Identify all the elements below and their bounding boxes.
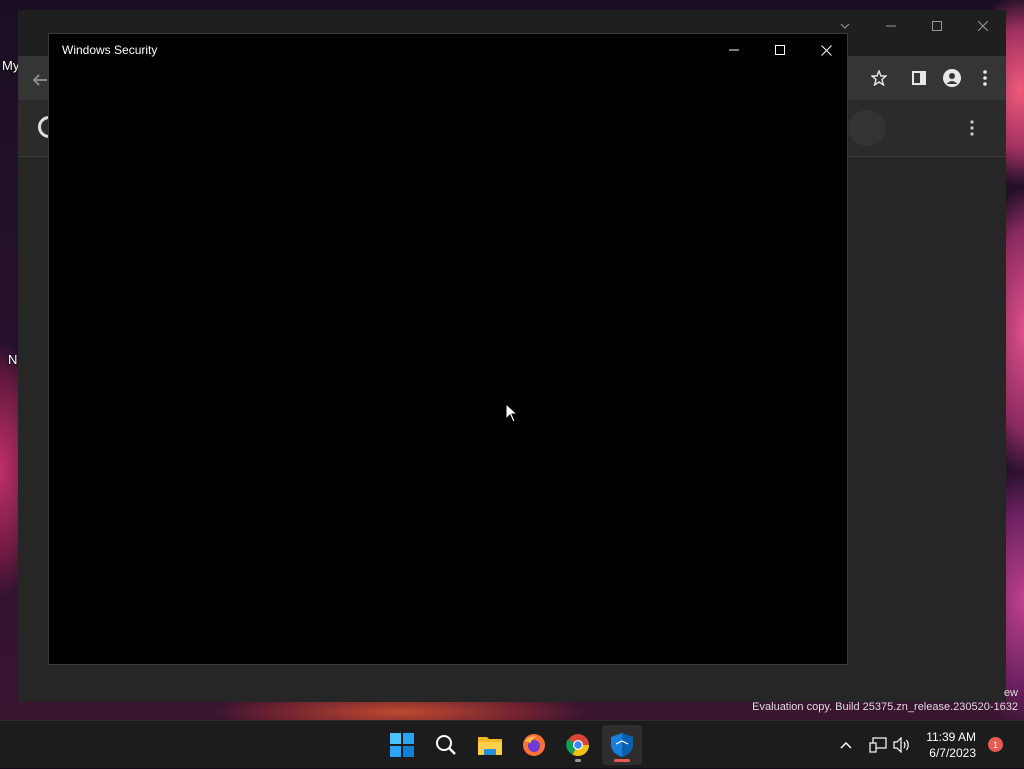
running-indicator bbox=[575, 759, 581, 762]
minimize-icon bbox=[729, 49, 739, 51]
browser-maximize-button[interactable] bbox=[914, 10, 960, 42]
mouse-cursor-icon bbox=[505, 403, 519, 423]
firefox-icon bbox=[523, 734, 545, 756]
minimize-button[interactable] bbox=[711, 34, 757, 66]
side-panel-icon[interactable] bbox=[909, 68, 929, 88]
watermark-fragment: ew bbox=[1003, 687, 1018, 699]
page-menu-icon[interactable] bbox=[970, 120, 974, 141]
windows-security-window: Windows Security bbox=[48, 33, 848, 665]
start-button[interactable] bbox=[382, 725, 422, 765]
start-icon bbox=[390, 733, 414, 757]
close-button[interactable] bbox=[803, 34, 849, 66]
clock-date: 6/7/2023 bbox=[929, 746, 976, 760]
taskbar: 11:39 AM 6/7/2023 1 bbox=[0, 720, 1024, 768]
firefox-button[interactable] bbox=[514, 725, 554, 765]
chrome-icon bbox=[566, 734, 589, 756]
windows-security-icon bbox=[611, 733, 633, 757]
volume-icon bbox=[893, 737, 909, 753]
network-button[interactable] bbox=[866, 721, 890, 769]
window-title: Windows Security bbox=[62, 43, 158, 57]
search-button[interactable] bbox=[426, 725, 466, 765]
desktop-icon-label[interactable]: My bbox=[2, 58, 19, 73]
chevron-up-icon bbox=[840, 741, 852, 749]
show-hidden-icons-button[interactable] bbox=[836, 721, 856, 769]
browser-minimize-button[interactable] bbox=[868, 10, 914, 42]
clock-time: 11:39 AM bbox=[926, 730, 976, 744]
notification-badge[interactable]: 1 bbox=[988, 737, 1003, 752]
browser-close-button[interactable] bbox=[960, 10, 1006, 42]
maximize-button[interactable] bbox=[757, 34, 803, 66]
active-indicator bbox=[614, 759, 630, 762]
search-icon bbox=[436, 735, 456, 755]
close-icon bbox=[820, 44, 832, 56]
profile-icon[interactable] bbox=[942, 68, 962, 88]
system-clock[interactable]: 11:39 AM 6/7/2023 bbox=[926, 729, 976, 761]
bookmark-star-icon[interactable] bbox=[869, 68, 889, 88]
file-explorer-button[interactable] bbox=[470, 725, 510, 765]
page-search-field[interactable] bbox=[848, 110, 886, 146]
windows-security-taskbar-button[interactable] bbox=[602, 725, 642, 765]
chrome-button[interactable] bbox=[558, 725, 598, 765]
maximize-icon bbox=[775, 45, 785, 55]
browser-menu-icon[interactable] bbox=[975, 68, 995, 88]
volume-button[interactable] bbox=[890, 721, 914, 769]
desktop-icon-label[interactable]: N bbox=[8, 352, 17, 367]
back-arrow-icon[interactable] bbox=[30, 70, 50, 90]
file-explorer-icon bbox=[478, 737, 502, 755]
network-icon bbox=[869, 737, 887, 753]
evaluation-watermark: Evaluation copy. Build 25375.zn_release.… bbox=[752, 701, 1018, 713]
